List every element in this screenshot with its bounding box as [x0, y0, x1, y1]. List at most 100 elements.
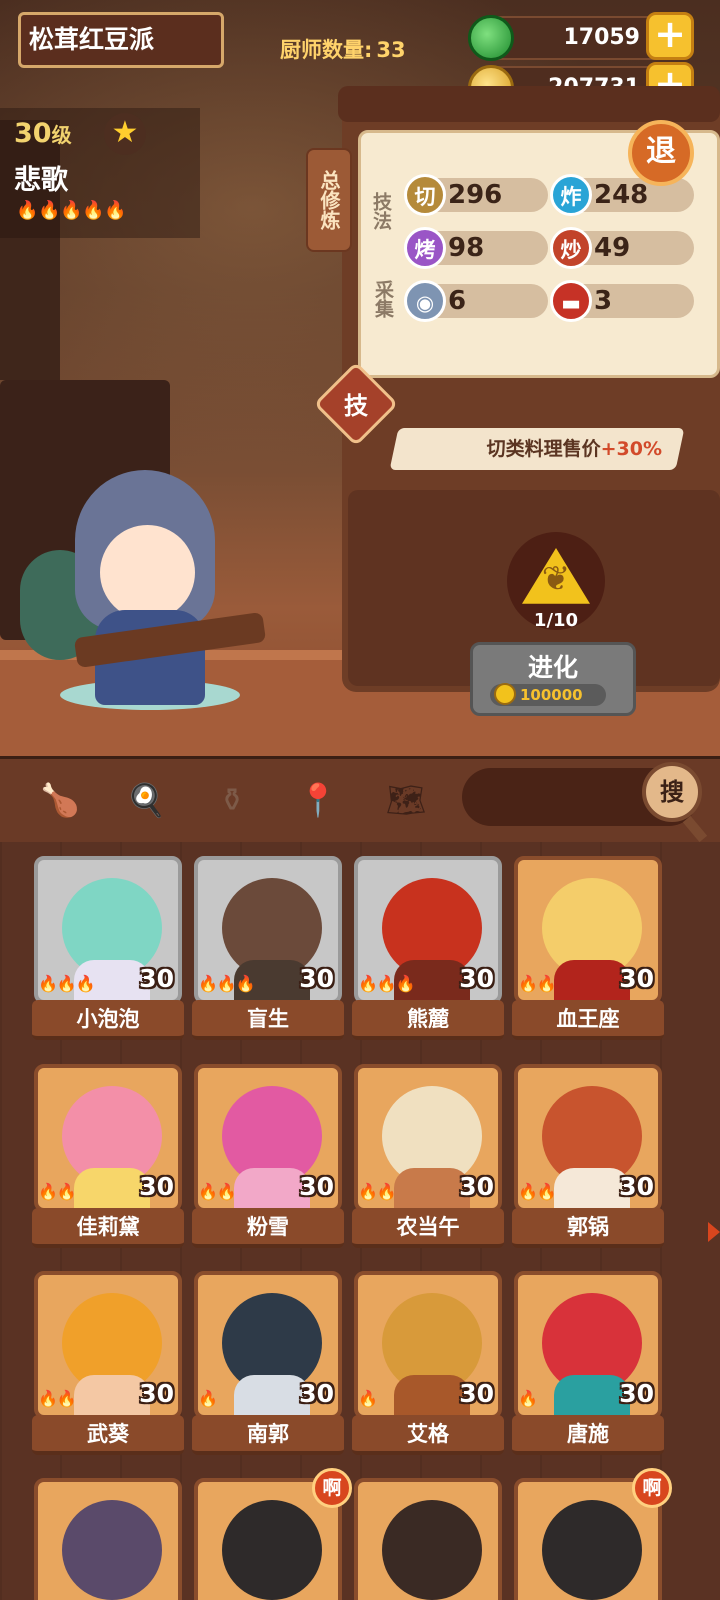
chef-card[interactable]: 🔥🔥 30 粉雪	[192, 1064, 344, 1250]
skill-desc-text: 切类料理售价	[486, 438, 601, 460]
stat-value: 49	[594, 233, 631, 263]
stat-value: 98	[448, 233, 485, 263]
flame-icon: 🔥	[104, 200, 127, 221]
chef-card-level: 30	[139, 1172, 174, 1201]
flame-icon: 🔥	[38, 200, 61, 221]
flame-icon: 🔥🔥	[38, 1182, 77, 1201]
flame-icon: 🔥🔥	[518, 974, 557, 993]
roast-icon: 烤	[404, 227, 446, 269]
chef-card[interactable]: 🔥🔥 30 武葵	[32, 1271, 184, 1457]
add-jade-button[interactable]: +	[646, 12, 694, 60]
chef-card[interactable]: 🔥🔥 30 农当午	[352, 1064, 504, 1250]
chef-card-name: 唐施	[512, 1415, 664, 1455]
rarity-flames: 🔥 🔥 🔥 🔥 🔥	[16, 200, 127, 222]
meat-icon: ▬	[550, 280, 592, 322]
stat-value: 6	[448, 286, 467, 316]
stat-meat: ▬ 3	[550, 280, 694, 322]
stat-stirfry: 炒 49	[550, 227, 694, 269]
chef-card-level: 30	[459, 1172, 494, 1201]
jade-value: 17059	[563, 25, 640, 50]
chef-card-level: 30	[299, 1379, 334, 1408]
jar-icon[interactable]: ⚱	[206, 776, 258, 824]
restaurant-name[interactable]: 松茸红豆派	[18, 12, 224, 68]
chef-level-unit: 级	[51, 123, 72, 147]
chef-avatar	[222, 1500, 322, 1600]
chef-portrait	[354, 1478, 502, 1600]
tool-icon[interactable]: 🍳	[120, 776, 172, 824]
scroll-arrow-icon[interactable]	[708, 1222, 720, 1242]
character-face	[100, 525, 195, 620]
stat-roast: 烤 98	[404, 227, 548, 269]
fish-icon: ◉	[404, 280, 446, 322]
fry-icon: 炸	[550, 174, 592, 216]
flame-icon: 🔥🔥🔥	[198, 974, 256, 993]
chef-card[interactable]: 🔥🔥 30 郭锅	[512, 1064, 664, 1250]
chef-portrait	[34, 1478, 182, 1600]
jade-icon	[468, 15, 514, 61]
chef-card[interactable]: 🔥🔥 30 佳莉黛	[32, 1064, 184, 1250]
ingredient-icon[interactable]: 🍗	[34, 776, 86, 824]
chef-card[interactable]: 🔥🔥🔥 30 小泡泡	[32, 856, 184, 1042]
coin-icon	[494, 683, 516, 705]
chef-level-value: 30	[14, 118, 52, 149]
gather-group-label: 采集	[372, 280, 394, 318]
exit-button[interactable]: 退	[628, 120, 694, 186]
flame-icon: 🔥🔥	[198, 1182, 237, 1201]
chef-card[interactable]: 啊	[514, 1468, 672, 1600]
chef-card[interactable]: 🔥🔥 30 血王座	[512, 856, 664, 1042]
chef-card-name: 熊麓	[352, 1000, 504, 1040]
flame-icon: 🔥🔥🔥	[38, 974, 96, 993]
total-training-tab[interactable]: 总修炼	[306, 148, 352, 252]
stat-value: 3	[594, 286, 613, 316]
map-icon[interactable]: 🗺	[380, 776, 432, 824]
chef-card-level: 30	[459, 964, 494, 993]
chef-card-name: 武葵	[32, 1415, 184, 1455]
chef-card[interactable]	[34, 1478, 182, 1600]
chef-card-level: 30	[619, 964, 654, 993]
location-icon[interactable]: 📍	[292, 776, 344, 824]
flame-icon: 🔥	[16, 200, 39, 221]
chef-card-level: 30	[619, 1379, 654, 1408]
chef-avatar	[542, 1500, 642, 1600]
chef-card-name: 佳莉黛	[32, 1208, 184, 1248]
stat-cut: 切 296	[404, 174, 548, 216]
chef-card[interactable]: 啊	[194, 1468, 352, 1600]
flame-icon: 🔥	[198, 1389, 218, 1408]
flame-icon: 🔥	[358, 1389, 378, 1408]
flame-icon: 🔥🔥	[38, 1389, 77, 1408]
search-button[interactable]: 搜	[642, 762, 702, 822]
skill-bonus: +30%	[600, 438, 662, 460]
stat-fish: ◉ 6	[404, 280, 548, 322]
chef-card-name: 艾格	[352, 1415, 504, 1455]
chef-card-level: 30	[299, 1172, 334, 1201]
skill-description: 切类料理售价+30%	[394, 428, 694, 470]
chef-count: 厨师数量: 33	[280, 34, 406, 64]
chef-card[interactable]: 🔥🔥🔥 30 盲生	[192, 856, 344, 1042]
chef-character[interactable]	[20, 450, 267, 715]
star-icon[interactable]: ★	[104, 113, 146, 155]
chef-card[interactable]: 🔥🔥🔥 30 熊麓	[352, 856, 504, 1042]
flame-icon: 🔥	[518, 1389, 538, 1408]
chef-card[interactable]: 🔥 30 南郭	[192, 1271, 344, 1457]
chef-card-level: 30	[139, 964, 174, 993]
skill-group-label: 技法	[370, 192, 392, 230]
chef-card[interactable]: 🔥 30 唐施	[512, 1271, 664, 1457]
chef-name: 悲歌	[14, 165, 68, 196]
chef-card-level: 30	[619, 1172, 654, 1201]
flame-icon: 🔥🔥	[358, 1182, 397, 1201]
chef-card-tag: 啊	[312, 1468, 352, 1508]
evolve-cost: 100000	[520, 686, 583, 704]
cut-icon: 切	[404, 174, 446, 216]
chef-card-name: 粉雪	[192, 1208, 344, 1248]
chef-avatar	[62, 1500, 162, 1600]
chef-card[interactable]	[354, 1478, 502, 1600]
stat-value: 248	[594, 180, 649, 210]
chef-card-tag: 啊	[632, 1468, 672, 1508]
chef-card-name: 小泡泡	[32, 1000, 184, 1040]
stirfry-icon: 炒	[550, 227, 592, 269]
evolve-count: 1/10	[533, 610, 579, 631]
flame-icon: 🔥🔥🔥	[358, 974, 416, 993]
chef-card-name: 郭锅	[512, 1208, 664, 1248]
chef-count-value: 33	[376, 38, 406, 62]
chef-card[interactable]: 🔥 30 艾格	[352, 1271, 504, 1457]
